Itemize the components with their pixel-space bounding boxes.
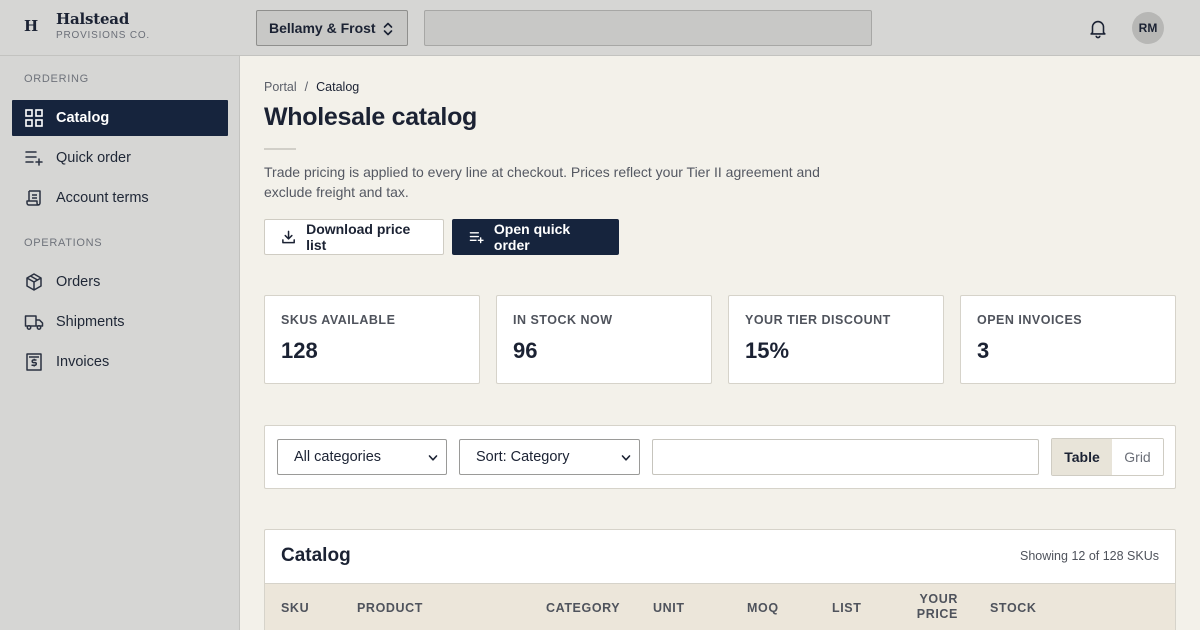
open-quick-order-button[interactable]: Open quick order — [452, 219, 619, 255]
sort-select-value: Sort: Category — [476, 449, 570, 465]
list-plus-icon — [25, 151, 43, 166]
catalog-search-input[interactable] — [652, 439, 1039, 475]
sidebar-item-account-terms[interactable]: Account terms — [12, 180, 228, 216]
chevron-up-down-icon — [383, 22, 393, 36]
catalog-panel: Catalog Showing 12 of 128 SKUs SKU PRODU… — [264, 529, 1176, 630]
stat-card-open-invoices: OPEN INVOICES 3 — [960, 295, 1176, 384]
column-header-list[interactable]: LIST — [832, 601, 861, 615]
sidebar-section-ordering: ORDERING — [24, 73, 89, 85]
brand-logo[interactable]: H Halstead PROVISIONS CO. — [24, 9, 224, 47]
bell-icon[interactable] — [1087, 17, 1109, 39]
column-header-product[interactable]: PRODUCT — [357, 601, 423, 615]
column-header-unit[interactable]: UNIT — [653, 601, 685, 615]
stat-card-tier-discount: YOUR TIER DISCOUNT 15% — [728, 295, 944, 384]
catalog-count: Showing 12 of 128 SKUs — [1020, 549, 1159, 563]
stat-card-in-stock: IN STOCK NOW 96 — [496, 295, 712, 384]
box-icon — [26, 273, 42, 291]
organization-switcher[interactable]: Bellamy & Frost — [256, 10, 408, 46]
category-select[interactable]: All categories — [277, 439, 447, 475]
breadcrumb-separator: / — [304, 80, 309, 94]
user-avatar[interactable]: RM — [1132, 12, 1164, 44]
sidebar-section-operations: OPERATIONS — [24, 237, 103, 249]
breadcrumb-current: Catalog — [316, 80, 360, 94]
view-toggle: Table Grid — [1051, 438, 1164, 476]
brand-mark: H — [24, 17, 39, 35]
sidebar-item-label: Catalog — [56, 110, 110, 126]
breadcrumb: Portal / Catalog — [264, 80, 359, 94]
stat-value: 15% — [745, 338, 790, 363]
organization-name: Bellamy & Frost — [269, 20, 376, 36]
sidebar-item-catalog[interactable]: Catalog — [12, 100, 228, 136]
sidebar-item-shipments[interactable]: Shipments — [12, 304, 228, 340]
button-label: Download price list — [306, 221, 411, 253]
invoice-icon — [26, 353, 42, 371]
top-bar: H Halstead PROVISIONS CO. Bellamy & Fros… — [0, 0, 1200, 56]
sidebar-item-label: Shipments — [56, 314, 125, 330]
chevron-down-icon — [621, 455, 631, 461]
catalog-title: Catalog — [281, 545, 351, 566]
truck-icon — [24, 315, 44, 330]
stat-value: 96 — [513, 338, 538, 363]
global-search-input[interactable] — [424, 10, 872, 46]
stat-label: SKUS AVAILABLE — [281, 313, 396, 327]
download-price-list-button[interactable]: Download price list — [264, 219, 444, 255]
column-header-category[interactable]: CATEGORY — [546, 601, 620, 615]
sidebar: ORDERING Catalog Quick order Account ter… — [0, 56, 240, 630]
list-plus-icon — [469, 232, 484, 244]
chevron-down-icon — [428, 455, 438, 461]
stat-value: 128 — [281, 338, 318, 363]
sidebar-item-label: Account terms — [56, 190, 149, 206]
view-grid-button[interactable]: Grid — [1112, 439, 1163, 475]
page-intro: Trade pricing is applied to every line a… — [264, 164, 820, 200]
table-header: SKU PRODUCT CATEGORY UNIT MOQ LIST YOUR … — [265, 583, 1175, 630]
sort-select[interactable]: Sort: Category — [459, 439, 640, 475]
download-icon — [282, 230, 295, 244]
button-label: Open quick order — [493, 221, 571, 253]
sidebar-item-label: Orders — [56, 274, 101, 290]
stat-value: 3 — [977, 338, 990, 363]
page-title: Wholesale catalog — [264, 103, 478, 131]
sidebar-item-label: Invoices — [56, 354, 110, 370]
stat-label: YOUR TIER DISCOUNT — [745, 313, 891, 327]
category-select-value: All categories — [294, 449, 382, 465]
sidebar-item-orders[interactable]: Orders — [12, 264, 228, 300]
sidebar-item-quick-order[interactable]: Quick order — [12, 140, 228, 176]
stat-label: IN STOCK NOW — [513, 313, 613, 327]
sidebar-item-invoices[interactable]: Invoices — [12, 344, 228, 380]
filter-bar: All categories Sort: Category Table Grid — [264, 425, 1176, 489]
title-divider — [264, 148, 296, 150]
stat-label: OPEN INVOICES — [977, 313, 1083, 327]
column-header-sku[interactable]: SKU — [281, 601, 309, 615]
view-table-button[interactable]: Table — [1052, 439, 1112, 475]
breadcrumb-portal[interactable]: Portal — [264, 80, 297, 94]
scroll-icon — [26, 190, 41, 206]
brand-name: Halstead — [56, 10, 130, 28]
brand-subtitle: PROVISIONS CO. — [56, 30, 150, 41]
grid-icon — [25, 109, 43, 127]
column-header-your-price[interactable]: YOUR PRICE — [906, 592, 958, 622]
sidebar-item-label: Quick order — [56, 150, 131, 166]
column-header-stock[interactable]: STOCK — [990, 601, 1037, 615]
column-header-moq[interactable]: MOQ — [747, 601, 779, 615]
stat-card-skus: SKUS AVAILABLE 128 — [264, 295, 480, 384]
